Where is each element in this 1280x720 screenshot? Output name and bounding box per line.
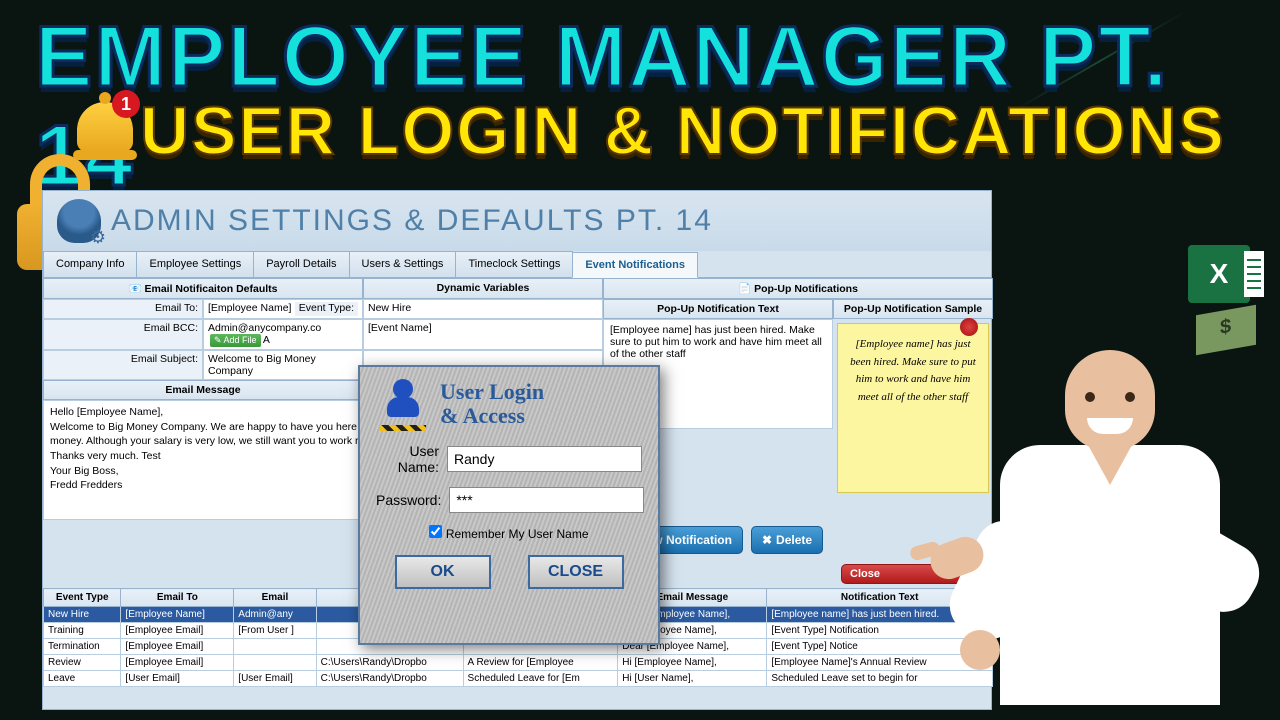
col-header: Event Type bbox=[44, 589, 121, 607]
app-title: ADMIN SETTINGS & DEFAULTS PT. 14 bbox=[111, 204, 713, 238]
table-cell[interactable]: Leave bbox=[44, 671, 121, 687]
password-input[interactable] bbox=[449, 487, 644, 513]
username-input[interactable] bbox=[447, 446, 642, 472]
table-cell[interactable]: Admin@any bbox=[234, 607, 316, 623]
tab-timeclock-settings[interactable]: Timeclock Settings bbox=[455, 251, 573, 277]
presenter-figure bbox=[960, 320, 1260, 720]
table-cell[interactable]: [Event Type] Notice bbox=[767, 639, 993, 655]
table-cell[interactable]: Termination bbox=[44, 639, 121, 655]
label-password: Password: bbox=[376, 492, 441, 508]
tab-event-notifications[interactable]: Event Notifications bbox=[572, 252, 698, 278]
table-row[interactable]: Review[Employee Email] C:\Users\Randy\Dro… bbox=[44, 655, 993, 671]
table-cell[interactable]: Hi [Employee Name], bbox=[618, 655, 767, 671]
bell-icon: 1 bbox=[70, 90, 140, 170]
table-cell[interactable]: [Employee Name]'s Annual Review bbox=[767, 655, 993, 671]
section-popup: 📄 Pop-Up Notifications bbox=[603, 278, 993, 299]
add-file-button[interactable]: ✎ Add File bbox=[210, 334, 261, 347]
table-row[interactable]: Leave[User Email][User Email]C:\Users\Ra… bbox=[44, 671, 993, 687]
close-button[interactable]: CLOSE bbox=[528, 555, 624, 589]
table-cell[interactable]: C:\Users\Randy\Dropbo bbox=[316, 655, 463, 671]
section-popup-text: Pop-Up Notification Text bbox=[603, 299, 833, 319]
label-email-subject: Email Subject: bbox=[43, 350, 203, 380]
login-title: User Login& Access bbox=[440, 380, 544, 428]
delete-button[interactable]: ✖ Delete bbox=[751, 526, 823, 554]
ok-button[interactable]: OK bbox=[395, 555, 491, 589]
tab-strip: Company InfoEmployee SettingsPayroll Det… bbox=[43, 251, 991, 278]
tab-employee-settings[interactable]: Employee Settings bbox=[136, 251, 254, 277]
table-cell[interactable]: [Employee Name] bbox=[121, 607, 234, 623]
section-popup-sample: Pop-Up Notification Sample bbox=[833, 299, 993, 319]
section-email-message: Email Message bbox=[43, 380, 363, 400]
section-dynamic-vars: Dynamic Variables bbox=[363, 278, 603, 299]
value-email-to[interactable]: [Employee Name] bbox=[208, 302, 295, 316]
admin-user-icon bbox=[57, 199, 101, 243]
table-cell[interactable]: C:\Users\Randy\Dropbo bbox=[316, 671, 463, 687]
table-cell[interactable] bbox=[234, 655, 316, 671]
remember-label: Remember My User Name bbox=[446, 527, 589, 541]
col-header: Email To bbox=[121, 589, 234, 607]
table-cell[interactable]: New Hire bbox=[44, 607, 121, 623]
label-username: User Name: bbox=[376, 443, 439, 475]
table-cell[interactable]: [Employee Email] bbox=[121, 655, 234, 671]
value-dyn1[interactable]: [Event Name] bbox=[363, 319, 603, 350]
value-email-bcc[interactable]: Admin@anycompany.co✎ Add File A bbox=[203, 319, 363, 350]
section-email-defaults: 📧 Email Notificaiton Defaults bbox=[43, 278, 363, 299]
value-email-subject[interactable]: Welcome to Big Money Company bbox=[203, 350, 363, 380]
label-event-type: Event Type: bbox=[295, 302, 358, 316]
login-dialog: User Login& Access User Name: Password: … bbox=[358, 365, 660, 645]
thumbnail-title-2: USER LOGIN & NOTIFICATIONS bbox=[140, 92, 1226, 170]
tab-payroll-details[interactable]: Payroll Details bbox=[253, 251, 349, 277]
value-event-type[interactable]: New Hire bbox=[363, 299, 603, 319]
table-cell[interactable]: Hi [User Name], bbox=[618, 671, 767, 687]
app-header: ADMIN SETTINGS & DEFAULTS PT. 14 bbox=[43, 191, 991, 251]
table-cell[interactable]: Training bbox=[44, 623, 121, 639]
table-cell[interactable]: [User Email] bbox=[121, 671, 234, 687]
label-email-bcc: Email BCC: bbox=[43, 319, 203, 350]
table-cell[interactable]: [User Email] bbox=[234, 671, 316, 687]
table-cell[interactable]: [Employee Email] bbox=[121, 623, 234, 639]
table-cell[interactable]: Scheduled Leave for [Em bbox=[463, 671, 618, 687]
label-email-to: Email To: bbox=[43, 299, 203, 319]
table-cell[interactable]: Review bbox=[44, 655, 121, 671]
col-header: Email bbox=[234, 589, 316, 607]
table-cell[interactable]: [From User ] bbox=[234, 623, 316, 639]
table-cell[interactable]: Scheduled Leave set to begin for bbox=[767, 671, 993, 687]
login-user-icon bbox=[376, 377, 430, 431]
table-cell[interactable] bbox=[234, 639, 316, 655]
excel-icon: X bbox=[1188, 245, 1250, 303]
bell-badge: 1 bbox=[112, 90, 140, 118]
table-cell[interactable]: [Employee Email] bbox=[121, 639, 234, 655]
tab-users-settings[interactable]: Users & Settings bbox=[349, 251, 457, 277]
table-cell[interactable]: A Review for [Employee bbox=[463, 655, 618, 671]
remember-checkbox[interactable] bbox=[429, 525, 442, 538]
tab-company-info[interactable]: Company Info bbox=[43, 251, 137, 277]
